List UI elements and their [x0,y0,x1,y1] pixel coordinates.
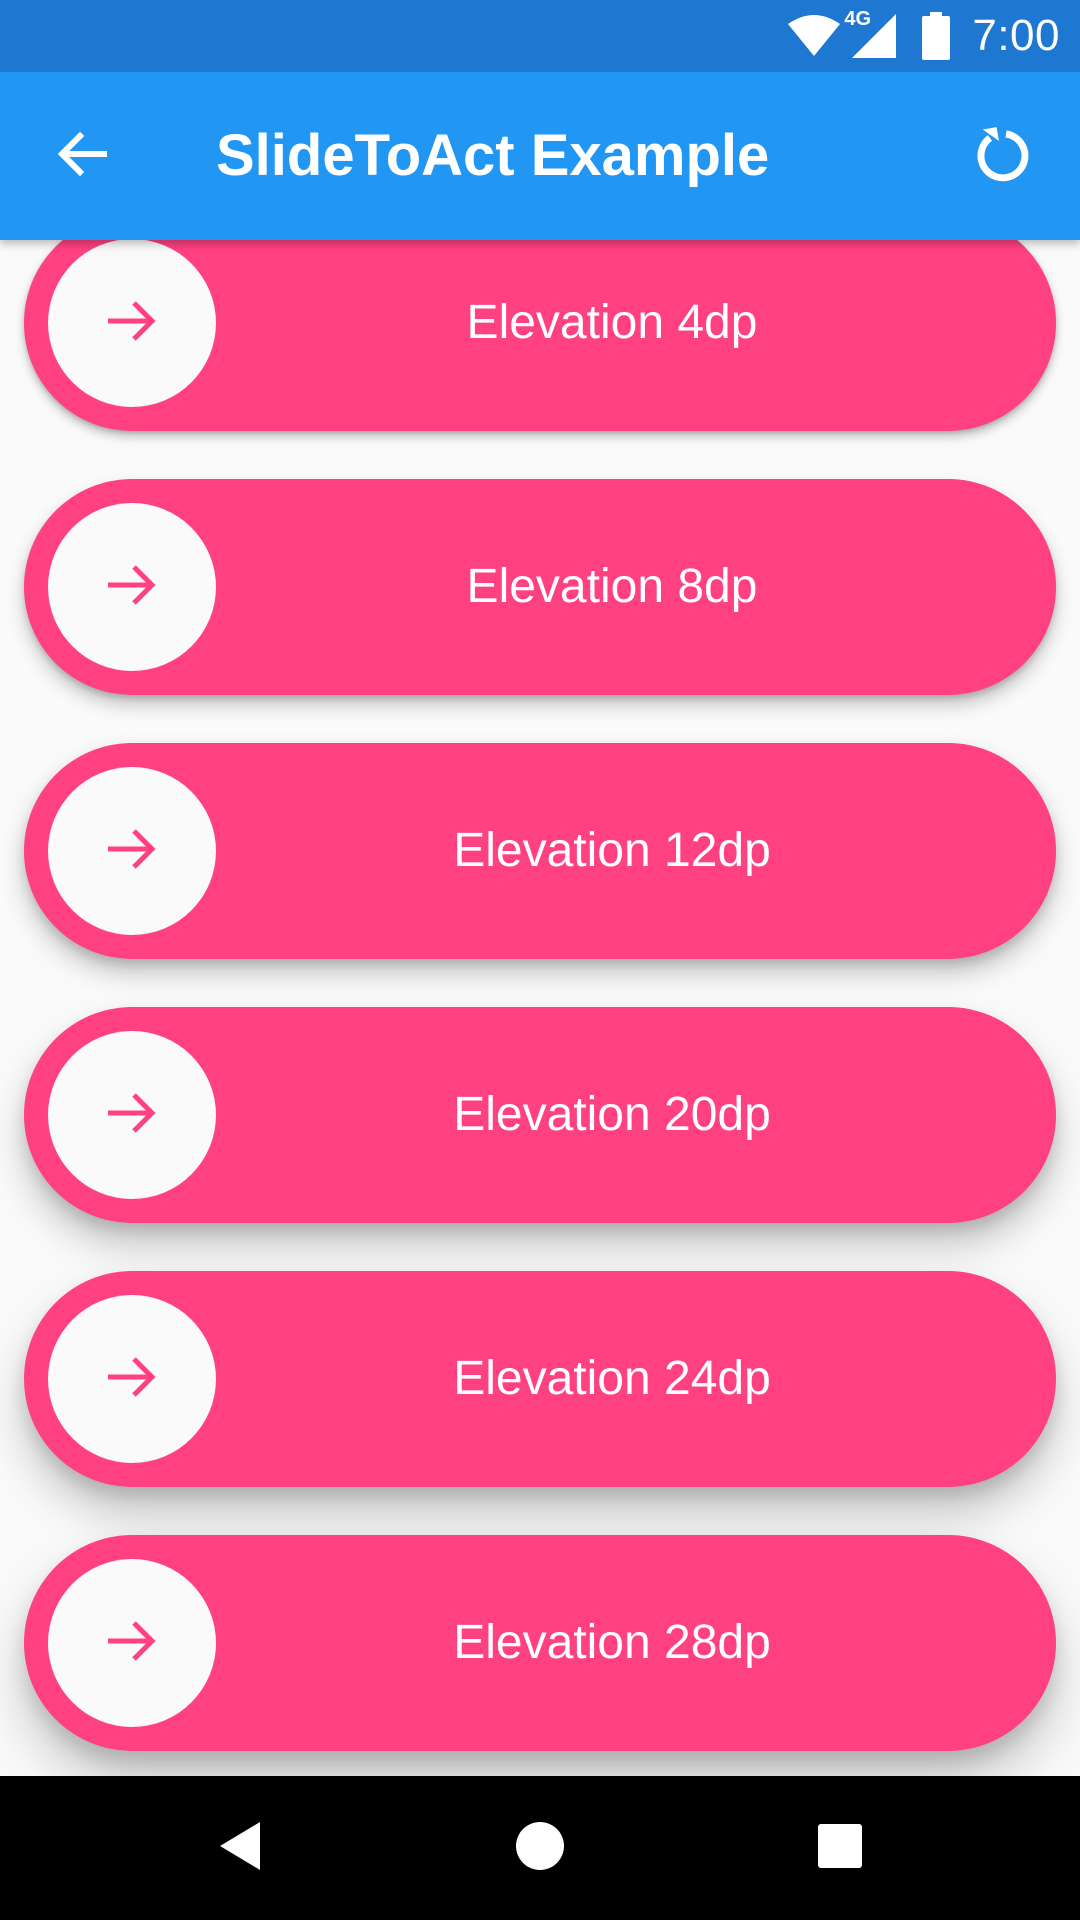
refresh-button[interactable] [960,112,1048,200]
nav-recents-button[interactable] [792,1800,888,1896]
slider-knob[interactable] [48,1559,216,1727]
home-circle-icon [514,1820,566,1877]
battery-icon [922,12,951,60]
slider-label: Elevation 24dp [453,1352,771,1405]
nav-back-button[interactable] [192,1800,288,1896]
app-title: SlideToAct Example [216,123,770,188]
status-icons: 4G 7:00 [786,0,1060,72]
nav-bar [0,1776,1080,1920]
slider-knob[interactable] [48,240,216,407]
recents-square-icon [817,1823,863,1874]
arrow-forward-icon [104,561,160,614]
slider-label: Elevation 4dp [466,296,758,349]
slider-label: Elevation 8dp [466,560,758,613]
slider-label: Elevation 28dp [453,1616,771,1669]
arrow-forward-icon [104,297,160,350]
arrow-forward-icon [104,825,160,878]
slide-to-act-elevation-4[interactable]: Elevation 4dp [24,240,1056,431]
slider-knob[interactable] [48,767,216,935]
slider-label: Elevation 12dp [453,824,771,877]
slide-to-act-elevation-24[interactable]: Elevation 24dp [24,1271,1056,1487]
status-bar: 4G 7:00 [0,0,1080,72]
screen: 4G 7:00 SlideToAct Example Elevation 4dp… [0,0,1080,1920]
back-button[interactable] [38,112,126,200]
slide-to-act-elevation-12[interactable]: Elevation 12dp [24,743,1056,959]
status-time: 7:00 [972,11,1060,60]
slider-knob[interactable] [48,1031,216,1199]
nav-home-button[interactable] [492,1800,588,1896]
arrow-forward-icon [104,1089,160,1142]
slide-to-act-elevation-8[interactable]: Elevation 8dp [24,479,1056,695]
network-type-label: 4G [844,8,872,30]
cellular-signal-icon: 4G [844,8,904,60]
slide-to-act-elevation-28[interactable]: Elevation 28dp [24,1535,1056,1751]
refresh-icon [976,124,1032,189]
arrow-forward-icon [104,1353,160,1406]
wifi-icon [786,14,842,58]
slider-knob[interactable] [48,1295,216,1463]
back-triangle-icon [216,1820,264,1877]
arrow-forward-icon [104,1617,160,1670]
slider-list[interactable]: Elevation 4dp Elevation 8dp Elevation 12… [0,240,1080,1776]
slider-label: Elevation 20dp [453,1088,771,1141]
slider-knob[interactable] [48,503,216,671]
slide-to-act-elevation-20[interactable]: Elevation 20dp [24,1007,1056,1223]
arrow-back-icon [54,126,110,187]
app-bar: SlideToAct Example [0,72,1080,240]
